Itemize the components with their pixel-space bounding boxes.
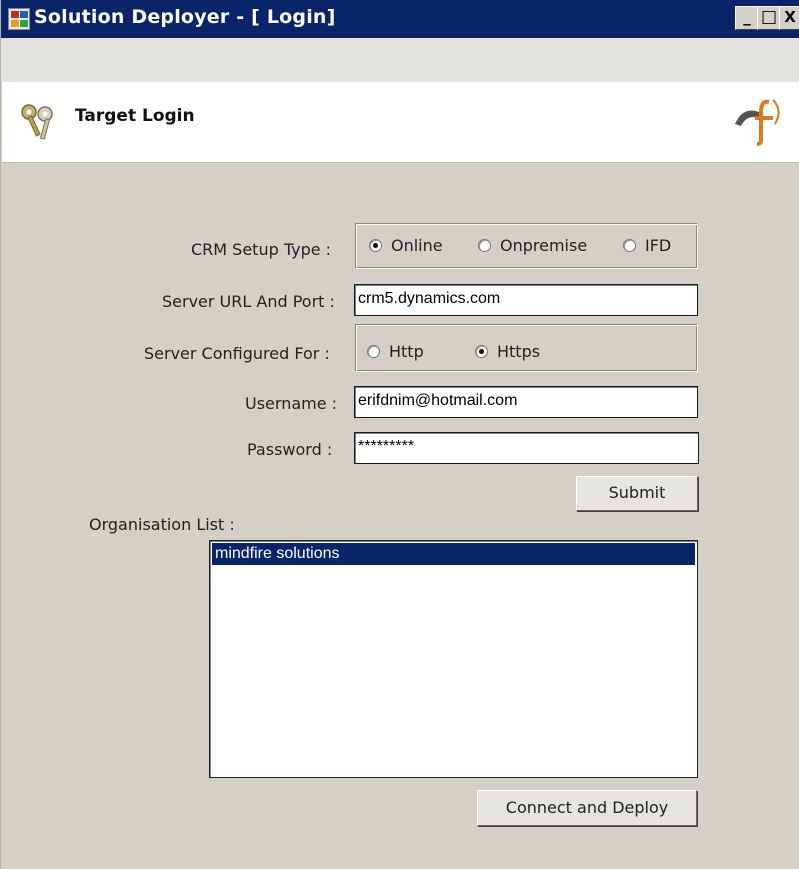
window-title: Solution Deployer - [ Login] [34, 6, 336, 28]
close-icon[interactable]: X [779, 6, 799, 30]
title-bar[interactable]: Solution Deployer - [ Login] [1, 0, 799, 38]
radio-http[interactable]: Http [367, 342, 424, 361]
server-configured-label: Server Configured For : [144, 344, 330, 363]
radio-ifd-button[interactable] [623, 239, 636, 252]
server-url-label: Server URL And Port : [162, 292, 335, 311]
app-icon [8, 8, 30, 30]
mindfire-logo [735, 99, 780, 146]
radio-ifd-label: IFD [645, 236, 672, 255]
username-label: Username : [245, 394, 338, 413]
radio-http-label: Http [389, 342, 424, 361]
minimize-icon[interactable]: _ [735, 6, 759, 30]
radio-onpremise-label: Onpremise [500, 236, 588, 255]
radio-onpremise-button[interactable] [478, 239, 491, 252]
crm-setup-type-label: CRM Setup Type : [191, 240, 332, 259]
password-label: Password : [247, 440, 333, 459]
submit-button[interactable]: Submit [576, 476, 698, 511]
menu-band [1, 38, 799, 82]
radio-ifd[interactable]: IFD [623, 236, 671, 255]
radio-online-label: Online [391, 236, 443, 255]
page-title: Target Login [75, 106, 195, 126]
organisation-listbox[interactable]: mindfire solutions [209, 540, 698, 778]
organisation-list-label: Organisation List : [89, 515, 235, 534]
radio-online-button[interactable] [369, 239, 382, 252]
radio-https-label: Https [497, 342, 541, 361]
main-window: Solution Deployer - [ Login] _ □ X Targe… [0, 0, 799, 869]
connect-and-deploy-button[interactable]: Connect and Deploy [477, 790, 697, 826]
radio-https-button[interactable] [475, 345, 488, 358]
password-input[interactable]: ********* [354, 432, 699, 464]
radio-onpremise[interactable]: Onpremise [478, 236, 587, 255]
maximize-icon[interactable]: □ [757, 6, 781, 30]
radio-https[interactable]: Https [475, 342, 540, 361]
username-input[interactable]: erifdnim@hotmail.com [354, 386, 698, 418]
keys-icon [21, 104, 53, 140]
radio-online[interactable]: Online [369, 236, 443, 255]
server-url-input[interactable]: crm5.dynamics.com [354, 284, 698, 316]
list-item[interactable]: mindfire solutions [212, 543, 695, 565]
radio-http-button[interactable] [367, 345, 380, 358]
